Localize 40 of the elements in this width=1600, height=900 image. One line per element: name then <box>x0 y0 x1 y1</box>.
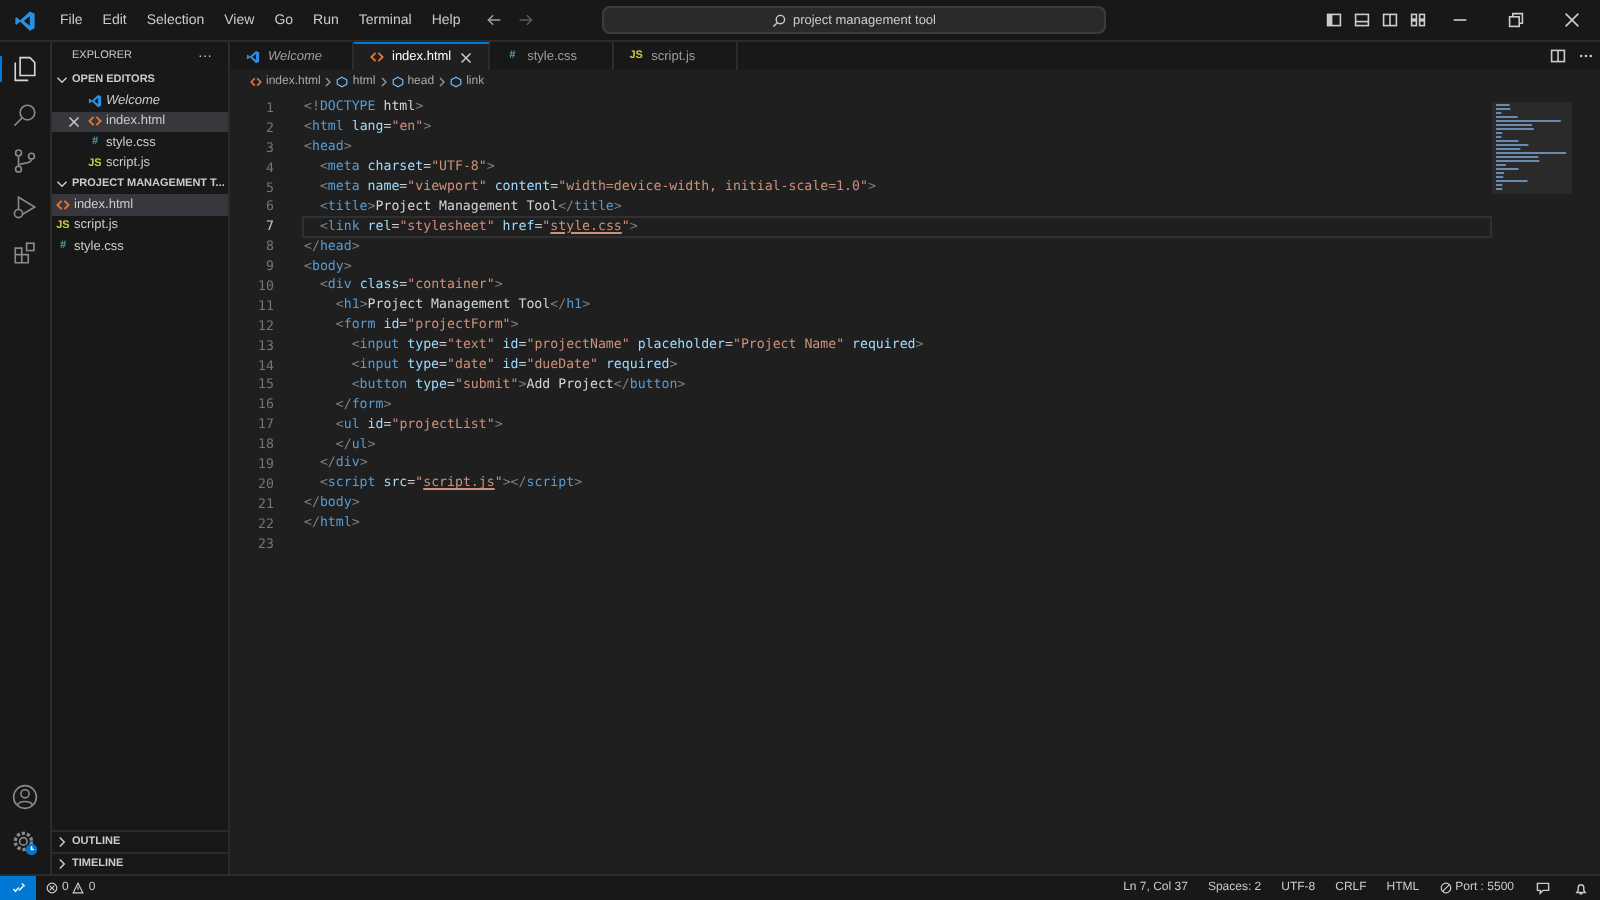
search-icon[interactable] <box>12 102 38 128</box>
html-file-icon <box>88 114 102 129</box>
close-icon[interactable] <box>459 51 472 63</box>
blocked-circle-icon <box>1439 882 1452 894</box>
html-file-icon <box>370 50 384 64</box>
close-icon[interactable] <box>68 115 80 128</box>
minimap-drawing <box>1492 102 1572 194</box>
chevron-icon <box>438 76 447 88</box>
extensions-icon[interactable] <box>12 240 38 266</box>
forward-arrow-icon[interactable] <box>518 12 535 28</box>
vscode-logo-icon <box>88 93 102 108</box>
restore-icon[interactable] <box>1508 12 1524 28</box>
html-file-icon <box>250 76 262 88</box>
run-debug-icon[interactable] <box>12 194 38 220</box>
account-icon[interactable] <box>12 784 38 810</box>
toggle-panel-icon[interactable] <box>1354 12 1370 28</box>
remote-button[interactable] <box>0 876 36 900</box>
close-icon[interactable] <box>1564 12 1580 28</box>
error-icon <box>46 882 58 894</box>
search-icon <box>772 13 787 27</box>
html-file-icon <box>56 197 70 212</box>
split-editor-icon[interactable] <box>1550 48 1566 64</box>
files-icon[interactable] <box>0 56 38 82</box>
toggle-sidebar-icon[interactable] <box>1326 12 1342 28</box>
chevron-icon <box>324 76 333 88</box>
chevron-icon <box>379 76 388 88</box>
back-arrow-icon[interactable] <box>486 12 503 28</box>
vscode-logo-icon <box>246 49 260 63</box>
element-icon <box>336 76 349 88</box>
warning-icon <box>72 882 85 894</box>
element-icon <box>450 76 463 88</box>
vscode-logo-icon <box>14 9 36 31</box>
toggle-secondary-sidebar-icon[interactable] <box>1382 12 1398 28</box>
source-control-icon[interactable] <box>12 148 38 174</box>
element-icon <box>391 76 404 88</box>
settings-icon[interactable] <box>12 830 38 856</box>
customize-layout-icon[interactable] <box>1410 12 1426 28</box>
remote-icon <box>11 881 25 895</box>
bell-icon[interactable] <box>1574 881 1588 895</box>
person-feedback-icon[interactable] <box>1536 881 1550 895</box>
